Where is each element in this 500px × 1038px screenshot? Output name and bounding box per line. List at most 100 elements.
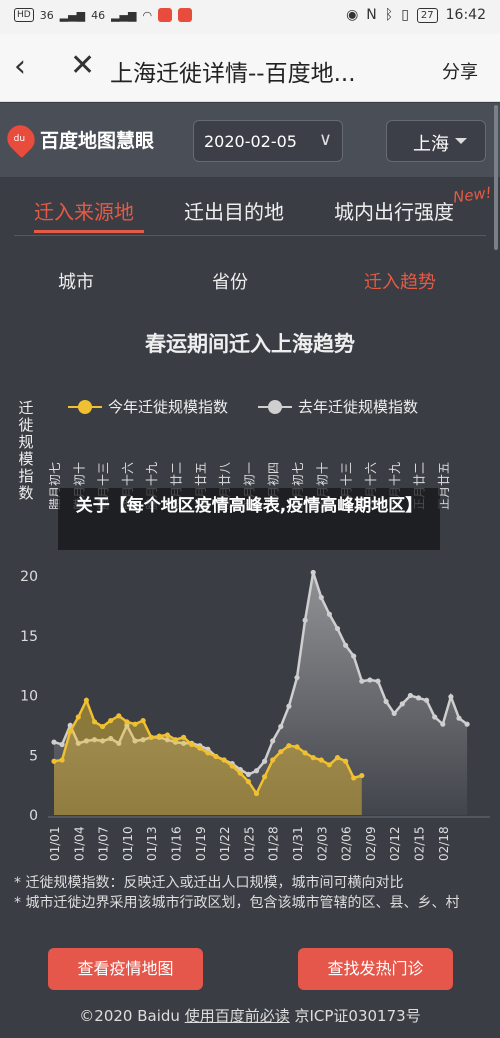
data-point-this-year <box>124 719 130 725</box>
status-right: ◉ N ᛒ ▯ 27 16:42 <box>346 7 486 23</box>
note-line: * 城市迁徙边界采用该城市行政区划，包含该城市管辖的区、县、乡、村 <box>14 895 460 911</box>
data-point-this-year <box>83 697 89 703</box>
data-point-last-year <box>448 694 454 700</box>
data-point-last-year <box>302 617 308 623</box>
data-point-this-year <box>108 717 114 724</box>
y-tick-label: 20 <box>20 569 38 585</box>
data-point-last-year <box>278 723 284 730</box>
status-bar: HD 36 ▂▄▆ 46 ▂▄▆ ◠ ◉ N ᛒ ▯ 27 16:42 <box>0 0 500 34</box>
data-point-this-year <box>213 753 219 760</box>
tab-inflow-source[interactable]: 迁入来源地 <box>34 196 134 225</box>
data-point-last-year <box>59 741 65 748</box>
back-icon[interactable]: ‹ <box>14 52 44 84</box>
data-point-last-year <box>359 678 365 684</box>
data-point-this-year <box>253 790 260 797</box>
location-pin-icon: du <box>1 119 41 159</box>
scrollbar[interactable] <box>494 105 498 250</box>
data-point-last-year <box>432 714 438 720</box>
data-point-last-year <box>245 771 251 777</box>
signal-46-icon: 46 <box>91 8 106 22</box>
date-dropdown[interactable]: 2020-02-05 ∨ <box>193 120 343 162</box>
x-tick-label: 02/12 <box>388 826 402 861</box>
city-value: 上海 <box>413 134 449 155</box>
y-tick-label: 10 <box>20 689 38 705</box>
data-point-last-year <box>415 695 422 701</box>
baidu-map-logo: du 百度地图慧眼 <box>1 119 155 159</box>
close-icon[interactable]: ✕ <box>70 50 100 82</box>
data-point-last-year <box>253 768 260 774</box>
data-point-this-year <box>229 763 235 769</box>
x-tick-label: 01/07 <box>97 826 111 861</box>
footer: ©2020 Baidu 使用百度前必读 京ICP证030173号 <box>0 1005 500 1026</box>
subtab-inflow-trend[interactable]: 迁入趋势 <box>364 268 436 294</box>
data-point-last-year <box>51 739 57 745</box>
x-tick-label: 01/28 <box>267 826 281 861</box>
data-point-last-year <box>424 697 430 703</box>
browser-nav-bar: ‹ ✕ 上海迁徙详情--百度地... 分享 <box>0 34 500 102</box>
chevron-down-icon: ∨ <box>318 129 332 150</box>
data-point-this-year <box>75 714 81 720</box>
share-button[interactable]: 分享 <box>442 58 478 84</box>
chart-title: 春运期间迁入上海趋势 <box>145 332 355 356</box>
terms-link[interactable]: 使用百度前必读 <box>185 1007 290 1025</box>
legend-dot <box>78 399 92 414</box>
data-point-last-year <box>343 642 349 648</box>
tabs-divider <box>14 235 486 236</box>
data-point-last-year <box>367 677 373 683</box>
copyright: ©2020 Baidu <box>79 1007 180 1025</box>
active-tab-indicator <box>34 230 144 233</box>
data-point-this-year <box>278 749 284 755</box>
battery-level: 27 <box>416 7 438 23</box>
tab-intracity-intensity[interactable]: 城内出行强度 <box>334 196 454 225</box>
data-point-last-year <box>351 653 357 659</box>
data-point-this-year <box>310 755 316 761</box>
data-point-this-year <box>294 744 300 750</box>
data-point-last-year <box>383 698 389 705</box>
vibrate-icon: ▯ <box>401 7 409 23</box>
x-tick-label: 02/06 <box>340 826 354 861</box>
notification-app-icon <box>178 8 193 22</box>
data-point-this-year <box>189 741 195 748</box>
data-point-this-year <box>221 757 227 763</box>
caret-down-icon <box>455 138 467 144</box>
data-point-last-year <box>262 758 268 764</box>
data-point-this-year <box>51 758 57 764</box>
data-point-last-year <box>294 674 300 681</box>
find-fever-clinic-button[interactable]: 查找发热门诊 <box>298 948 453 990</box>
data-point-last-year <box>318 594 324 601</box>
data-point-this-year <box>270 757 276 763</box>
data-point-last-year <box>440 721 446 727</box>
legend-this-year[interactable]: 今年迁徙规模指数 <box>68 396 228 417</box>
signal-bars-icon: ▂▄▆ <box>111 8 137 22</box>
tab-outflow-destination[interactable]: 迁出目的地 <box>184 196 284 225</box>
data-point-this-year <box>286 743 292 749</box>
logo-text: 百度地图慧眼 <box>40 129 155 152</box>
x-tick-label: 01/31 <box>291 826 305 861</box>
data-point-this-year <box>91 719 98 725</box>
x-tick-label: 02/15 <box>413 826 427 861</box>
data-point-this-year <box>181 734 187 740</box>
x-tick-label: 02/09 <box>364 826 378 861</box>
x-tick-label: 01/22 <box>218 826 232 861</box>
legend-line <box>68 399 102 414</box>
data-point-this-year <box>156 733 162 739</box>
data-point-this-year <box>334 755 341 761</box>
data-point-this-year <box>100 723 106 730</box>
eye-icon: ◉ <box>346 7 359 23</box>
data-point-last-year <box>407 692 413 699</box>
subtab-province[interactable]: 省份 <box>212 268 248 294</box>
overlay-text: 关于【每个地区疫情高峰表,疫情高峰期地区】 <box>75 496 423 516</box>
note-line: * 迁徙规模指数：反映迁入或迁出人口规模，城市间可横向对比 <box>14 875 404 891</box>
data-point-this-year <box>237 770 243 776</box>
data-point-last-year <box>464 721 470 727</box>
data-point-last-year <box>310 569 316 576</box>
subtab-city[interactable]: 城市 <box>58 268 94 294</box>
date-value: 2020-02-05 <box>204 132 297 151</box>
view-epidemic-map-button[interactable]: 查看疫情地图 <box>48 948 203 990</box>
city-dropdown[interactable]: 上海 <box>386 120 486 162</box>
legend-last-year[interactable]: 去年迁徙规模指数 <box>258 396 418 417</box>
data-point-this-year <box>205 750 211 756</box>
page-title: 上海迁徙详情--百度地... <box>110 61 356 87</box>
legend-line <box>258 399 292 414</box>
nfc-icon: N <box>366 7 377 23</box>
